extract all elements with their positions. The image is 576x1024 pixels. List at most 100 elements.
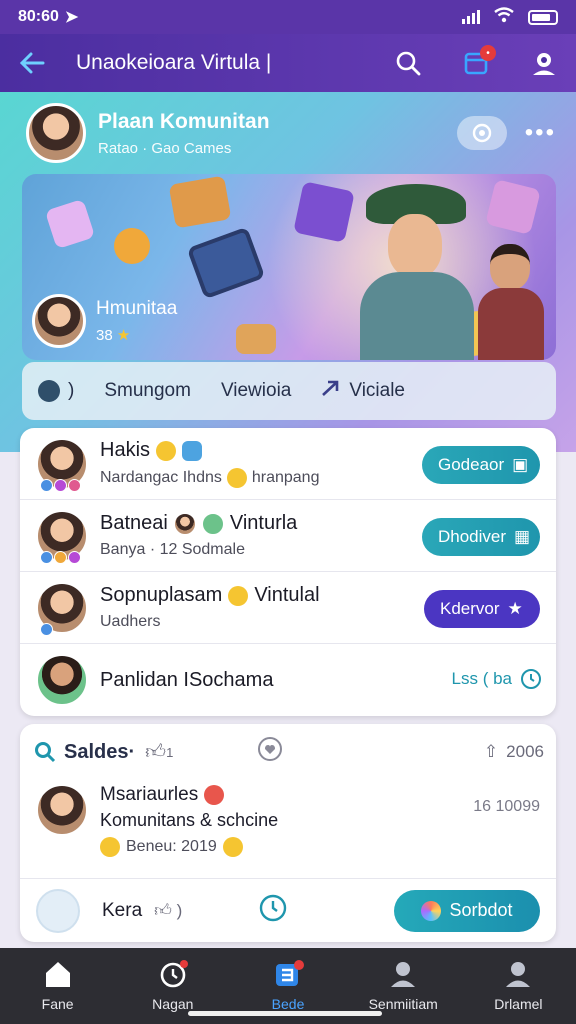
chat-icon	[182, 440, 203, 461]
clock-icon[interactable]	[258, 893, 288, 928]
battery-icon	[528, 9, 558, 25]
member-action-button[interactable]: Dhodiver ▦	[422, 518, 540, 556]
action-left[interactable]: Smungom	[104, 380, 191, 402]
button-label: Kdervor	[440, 599, 500, 618]
camera-icon: ▣	[512, 455, 529, 474]
camera-button[interactable]	[456, 116, 507, 150]
member-name: Sopnuplasam	[100, 584, 223, 606]
alarm-icon	[160, 960, 188, 988]
tab-label: Nagan	[152, 996, 194, 1012]
music-note-icon	[114, 228, 150, 264]
status-time: 80:60	[18, 8, 59, 25]
action-right[interactable]: Viciale	[349, 380, 405, 402]
profile-subtitle: Ratao · Gao Cames	[98, 139, 232, 157]
feed-post[interactable]: Msariaurles Komunitans & schcine Beneu: …	[36, 784, 540, 864]
cta-label: Sorbdot	[449, 900, 513, 920]
profile-icon	[506, 962, 531, 987]
notification-badge: •	[480, 45, 496, 61]
action-middle[interactable]: Viewioia	[221, 380, 291, 402]
search-icon	[35, 742, 56, 763]
emoji-icon	[226, 468, 247, 488]
member-avatar	[36, 654, 88, 706]
feed-footer: Kera 👍︎ ) Sorbdot	[20, 878, 556, 942]
user-placeholder-avatar	[36, 888, 80, 933]
back-arrow-icon	[19, 52, 45, 74]
tab-label: Senmiitiam	[368, 996, 438, 1012]
leaf-icon	[38, 380, 60, 402]
member-subtitle: Nardangac Ihdns	[100, 469, 222, 486]
tab-label: Drlamel	[494, 996, 543, 1012]
post-line: Komunitans & schcine	[100, 810, 279, 830]
back-button[interactable]	[16, 47, 48, 79]
list-item[interactable]: Hakis Nardangac Ihdns hranpang Godeaor ▣	[20, 428, 556, 500]
list-item[interactable]: Panlidan ISochama Lss ( ba	[20, 644, 556, 716]
tab-home[interactable]: Fane	[0, 948, 115, 1024]
paren-glyph: )	[68, 380, 75, 401]
banner-person-boy	[476, 238, 546, 360]
list-item[interactable]: Sopnuplasam Vintulal Uadhers Kdervor ★	[20, 572, 556, 644]
thumbs-up-icon[interactable]: 👍︎	[145, 740, 166, 764]
cube-decoration	[236, 324, 276, 354]
emoji-icon	[204, 785, 225, 805]
profile-avatar[interactable]	[26, 103, 86, 163]
member-name-extra: Vinturla	[229, 512, 298, 534]
post-time: 16 10099	[473, 798, 540, 815]
post-meta: Beneu: 2019	[126, 838, 217, 855]
community-name: Hmunitaa	[96, 298, 178, 319]
mini-avatar	[173, 512, 196, 535]
feed-card: Saldes· 👍︎ 1 ⇧ 2006 Msariaurles Komunita…	[20, 724, 556, 942]
member-link[interactable]: Lss ( ba	[452, 668, 542, 690]
more-options-icon[interactable]: •••	[525, 119, 556, 147]
button-label: Godeaor	[438, 455, 505, 474]
member-avatar	[36, 437, 88, 492]
heart-icon[interactable]	[257, 736, 283, 768]
thumbs-up-icon[interactable]: 👍︎ )	[154, 900, 182, 921]
page-title: Unaokeioara Virtula |	[76, 51, 272, 74]
emoji-icon	[100, 837, 120, 857]
footer-cta-button[interactable]: Sorbdot	[394, 889, 540, 932]
feed-header: Saldes· 👍︎ 1 ⇧ 2006	[34, 736, 544, 768]
star-icon: ★	[507, 599, 523, 618]
home-indicator[interactable]	[188, 1011, 382, 1016]
list-item[interactable]: Batneai Vinturla Banya · 12 Sodmale Dhodi…	[20, 500, 556, 572]
member-avatar	[36, 509, 88, 564]
post-title: Msariaurles	[100, 784, 199, 805]
app-bar: Unaokeioara Virtula | •	[0, 34, 576, 92]
home-icon	[45, 962, 70, 987]
location-arrow-icon: ➤	[64, 9, 79, 26]
emoji-icon	[228, 585, 249, 606]
game-icon	[276, 960, 304, 986]
profile-name: Plaan Komunitan	[98, 109, 270, 133]
member-name: Batneai	[100, 512, 168, 534]
tab-profile[interactable]: Drlamel	[461, 948, 576, 1024]
account-button[interactable]	[528, 47, 560, 79]
member-action-button[interactable]: Godeaor ▣	[422, 446, 540, 484]
member-subtitle: Banya · 12 Sodmale	[100, 541, 245, 558]
star-icon: ★	[116, 327, 131, 344]
search-button[interactable]	[392, 47, 424, 79]
link-label: Lss ( ba	[451, 669, 512, 688]
wifi-icon	[494, 6, 514, 28]
grid-icon: ▦	[514, 527, 531, 546]
member-action-button[interactable]: Kdervor ★	[424, 590, 540, 628]
banner-community-info: Hmunitaa 38 ★	[32, 294, 177, 348]
feed-title: Saldes·	[64, 740, 136, 763]
community-avatar[interactable]	[32, 294, 86, 348]
tab-label: Bede	[271, 996, 305, 1012]
cube-decoration	[44, 198, 96, 250]
community-banner[interactable]: Hmunitaa 38 ★	[22, 174, 556, 360]
share-icon[interactable]: ⇧	[484, 742, 498, 762]
member-subtitle-extra: hranpang	[251, 469, 320, 486]
feed-count: 2006	[506, 742, 544, 761]
account-icon	[533, 53, 555, 75]
emoji-icon	[222, 837, 243, 857]
person-icon	[391, 962, 416, 987]
calendar-button[interactable]: •	[460, 45, 496, 79]
member-name: Panlidan ISochama	[100, 668, 274, 691]
member-name: Hakis	[100, 439, 151, 461]
post-avatar	[36, 784, 88, 836]
arrow-right-icon	[321, 379, 341, 403]
status-bar: 80:60 ➤	[0, 0, 576, 34]
search-icon	[396, 51, 421, 76]
signal-icon	[462, 10, 480, 24]
